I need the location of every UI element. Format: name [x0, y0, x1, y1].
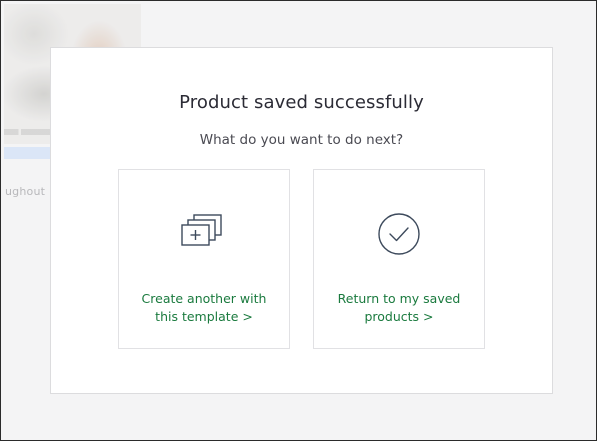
return-to-saved-label-line1: Return to my saved	[337, 291, 461, 306]
create-another-label-line1: Create another with	[141, 291, 267, 306]
create-another-option-card[interactable]: Create another with this template >	[118, 169, 290, 349]
background-thumbnail-caption	[4, 129, 52, 135]
background-highlight-bar	[4, 147, 52, 159]
success-modal: Product saved successfully What do you w…	[50, 47, 553, 394]
modal-subtitle: What do you want to do next?	[199, 132, 404, 148]
check-circle-icon	[374, 212, 424, 256]
app-viewport: ughout Product saved successfully What d…	[0, 0, 597, 441]
return-to-saved-label-line2: products >	[364, 309, 434, 324]
return-to-saved-option-card[interactable]: Return to my saved products >	[313, 169, 485, 349]
return-to-saved-label[interactable]: Return to my saved products >	[324, 290, 474, 326]
create-another-label-line2: this template >	[155, 309, 253, 324]
background-partial-text: ughout	[5, 185, 46, 198]
duplicate-add-icon	[179, 212, 229, 256]
create-another-label[interactable]: Create another with this template >	[129, 290, 279, 326]
modal-title: Product saved successfully	[179, 92, 424, 113]
